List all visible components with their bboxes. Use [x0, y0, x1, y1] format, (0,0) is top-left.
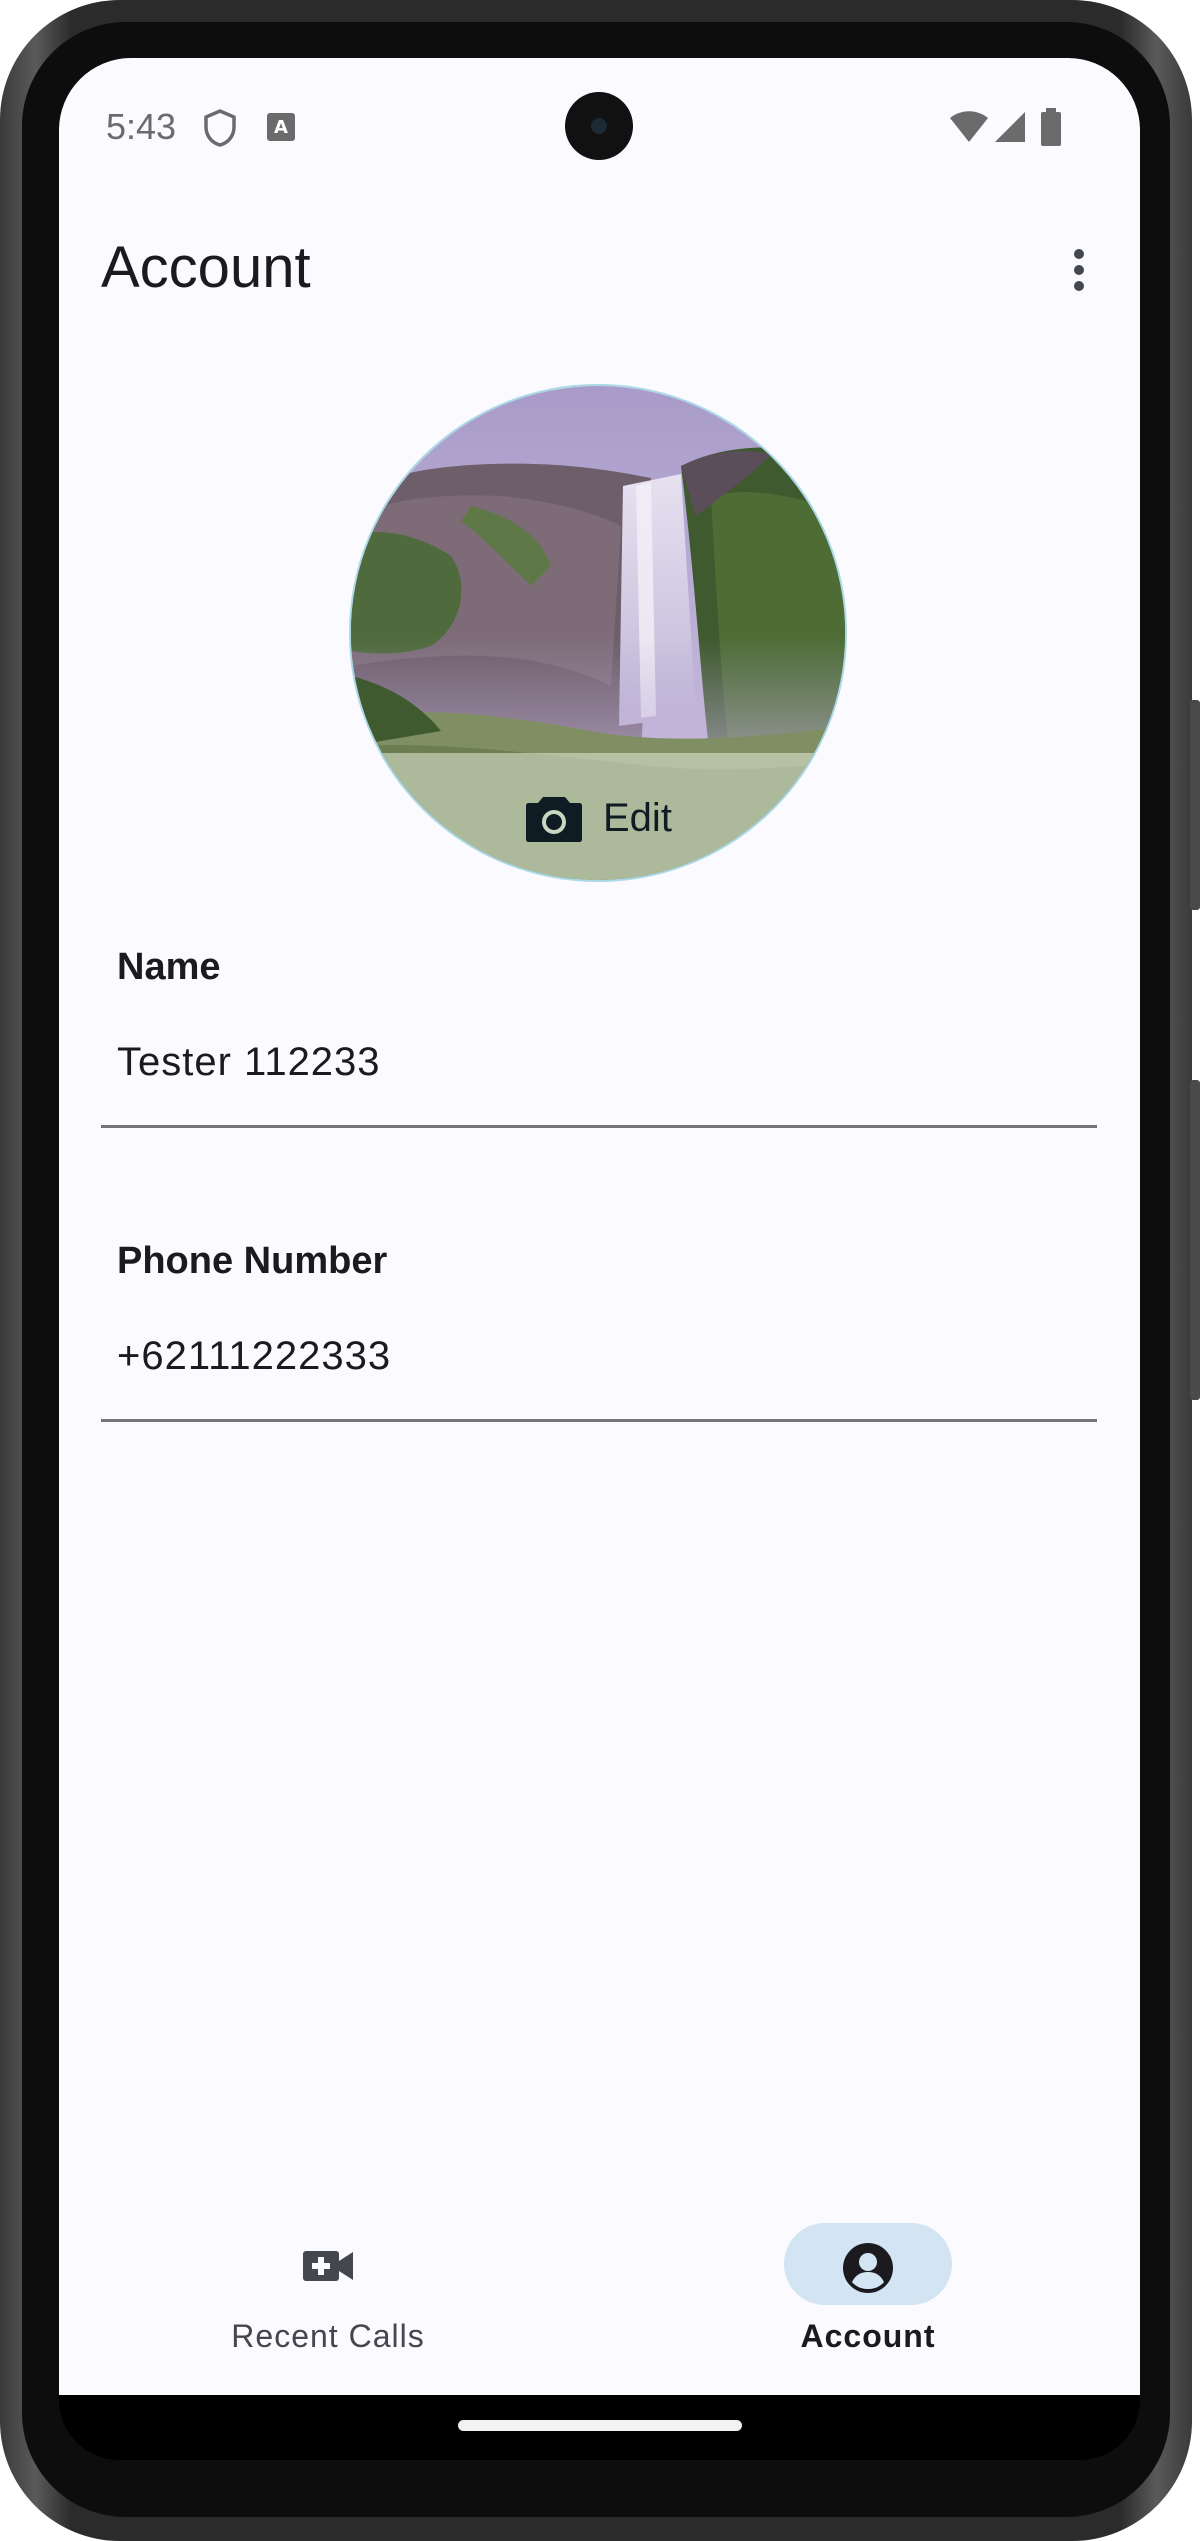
- home-indicator[interactable]: [458, 2420, 742, 2431]
- edit-avatar-button[interactable]: Edit: [525, 788, 672, 848]
- page-title: Account: [101, 235, 311, 300]
- front-camera: [565, 92, 633, 160]
- power-button: [1190, 700, 1200, 910]
- phone-field-label: Phone Number: [117, 1240, 388, 1282]
- account-circle-icon: [843, 2243, 893, 2293]
- nav-label-account: Account: [800, 2318, 936, 2354]
- wifi-icon: [950, 111, 988, 142]
- screen: 5:43 A Account Edit Name Tester 112233 P…: [59, 58, 1140, 2395]
- volume-button: [1190, 1080, 1200, 1400]
- status-time: 5:43: [106, 106, 177, 147]
- name-field-underline: [101, 1125, 1097, 1128]
- nav-label-recent-calls: Recent Calls: [231, 2318, 425, 2354]
- signal-icon: [995, 112, 1025, 142]
- text-accessibility-icon: A: [267, 113, 295, 141]
- more-vert-icon[interactable]: [1059, 244, 1099, 304]
- svg-text:A: A: [274, 117, 288, 138]
- nav-item-account[interactable]: Account: [718, 2218, 1018, 2368]
- camera-icon: [526, 797, 582, 842]
- battery-icon: [1041, 108, 1061, 146]
- name-field-label: Name: [117, 946, 221, 988]
- video-call-icon: [303, 2251, 353, 2281]
- phone-field-underline: [101, 1419, 1097, 1422]
- name-field-value[interactable]: Tester 112233: [117, 1040, 381, 1085]
- phone-field-value[interactable]: +62111222333: [117, 1334, 391, 1379]
- shield-icon: [204, 109, 236, 147]
- edit-label: Edit: [603, 795, 672, 840]
- nav-item-recent-calls[interactable]: Recent Calls: [178, 2218, 478, 2368]
